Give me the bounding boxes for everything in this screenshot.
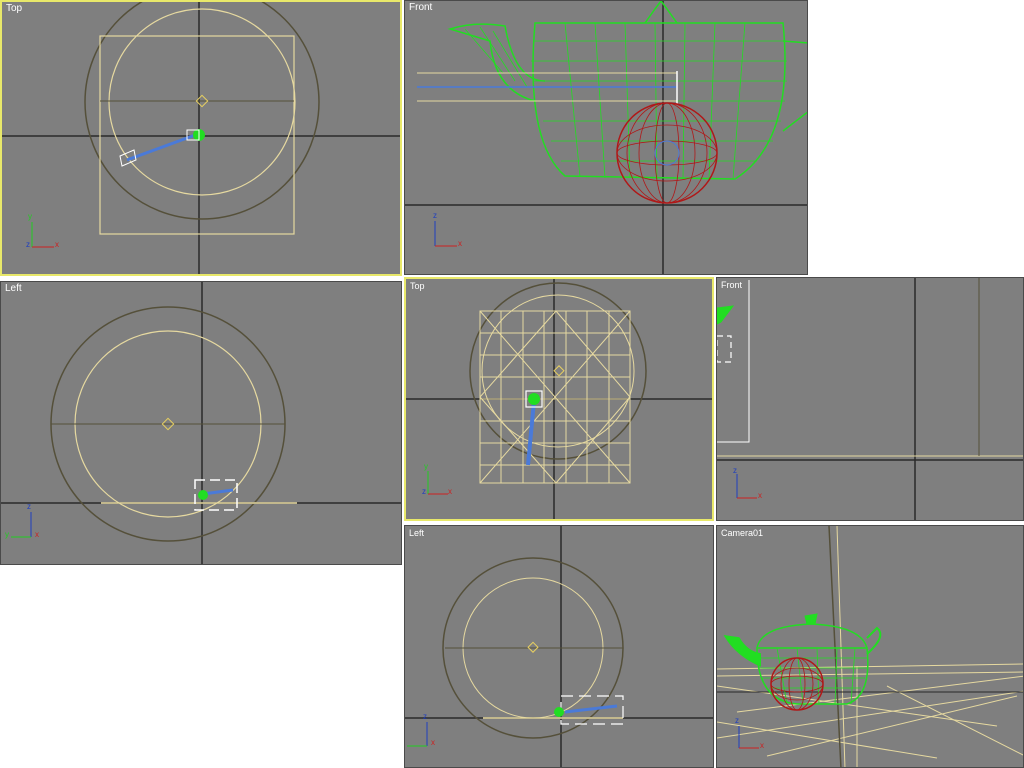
axis-z-label-left-a: z <box>27 502 31 511</box>
viewport-front-a[interactable]: Front z x <box>404 0 808 275</box>
viewport-left-a[interactable]: Left z y x <box>0 281 402 565</box>
viewport-front-b-canvas <box>717 278 1023 520</box>
viewport-label-front-a: Front <box>409 2 433 13</box>
viewport-front-b[interactable]: Front z x <box>716 277 1024 521</box>
viewport-left-b-canvas <box>405 526 713 767</box>
axis-x-label-front-b: x <box>758 491 762 500</box>
axis-y-label-left-a: y <box>5 530 9 539</box>
axis-z-label-camera-b: z <box>735 716 739 725</box>
viewport-label-camera-b: Camera01 <box>721 528 764 538</box>
axis-x-label-top-a: x <box>55 240 59 249</box>
viewport-camera-b-canvas <box>717 526 1023 767</box>
viewport-camera-b[interactable]: Camera01 z x <box>716 525 1024 768</box>
viewport-top-a-canvas <box>2 2 400 274</box>
axis-y-label-top-a: y <box>28 212 32 221</box>
viewport-label-left-a: Left <box>5 283 22 294</box>
axis-z-label-front-b: z <box>733 466 737 475</box>
viewport-left-b[interactable]: Left z x <box>404 525 714 768</box>
viewport-left-a-canvas <box>1 282 401 564</box>
axis-x-label-camera-b: x <box>760 741 764 750</box>
viewport-top-a[interactable]: Top y z x <box>0 0 402 276</box>
viewport-front-a-canvas <box>405 1 807 274</box>
viewport-label-top-a: Top <box>6 3 23 14</box>
axis-z-label-front-a: z <box>433 211 437 220</box>
axis-x-label-left-a: x <box>35 530 39 539</box>
axis-z-label-top-a: z <box>26 240 30 249</box>
axis-x-label-left-b: x <box>431 738 435 747</box>
axis-z-label-top-b: z <box>422 487 426 496</box>
axis-x-label-top-b: x <box>448 487 452 496</box>
viewport-label-left-b: Left <box>409 528 425 538</box>
viewport-top-b-canvas <box>406 279 712 519</box>
axis-z-label-left-b: z <box>423 712 427 721</box>
viewport-label-front-b: Front <box>721 280 743 290</box>
viewport-label-top-b: Top <box>410 281 425 291</box>
axis-x-label-front-a: x <box>458 239 462 248</box>
axis-y-label-top-b: y <box>424 462 428 471</box>
viewport-top-b[interactable]: Top y z x <box>404 277 714 521</box>
